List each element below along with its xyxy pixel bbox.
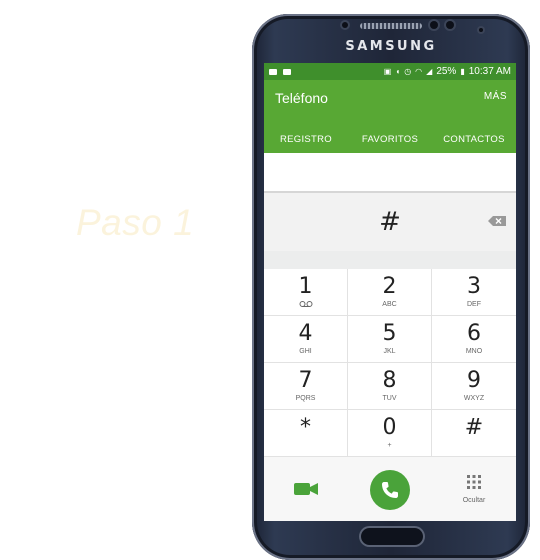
phone-device: SAMSUNG ▣ ◖ ◷ ◠ ◢ 25% ▮ 10:37 AM Teléfon…: [252, 14, 530, 560]
proximity-sensor: [446, 21, 454, 29]
number-display: #: [264, 193, 516, 251]
key-8[interactable]: 8 TUV: [348, 363, 432, 410]
wifi-icon: ◠: [415, 67, 423, 76]
dial-keypad: 1 2 ABC 3 DEF 4 GHI 5 JKL 6 MNO 7 PQRS 8…: [264, 269, 516, 457]
key-letters: TUV: [382, 394, 397, 402]
mute-icon: ◖: [395, 67, 401, 76]
key-letters: DEF: [467, 300, 481, 308]
keypad-grid-icon: [467, 475, 481, 489]
key-letters: WXYZ: [463, 394, 485, 402]
tab-bar: REGISTRO FAVORITOS CONTACTOS: [264, 134, 516, 145]
hide-label: Ocultar: [462, 497, 486, 504]
key-4[interactable]: 4 GHI: [264, 316, 348, 363]
sensor-dot: [342, 22, 348, 28]
suggestion-area: [264, 153, 516, 193]
key-3[interactable]: 3 DEF: [432, 269, 516, 316]
front-camera: [430, 21, 438, 29]
phone-screen: ▣ ◖ ◷ ◠ ◢ 25% ▮ 10:37 AM Teléfono MÁS RE…: [264, 63, 516, 521]
app-header: Teléfono MÁS REGISTRO FAVORITOS CONTACTO…: [264, 80, 516, 153]
light-sensor: [479, 28, 483, 32]
hide-keypad-button[interactable]: Ocultar: [454, 475, 494, 504]
key-1[interactable]: 1: [264, 269, 348, 316]
tab-contactos[interactable]: CONTACTOS: [432, 134, 516, 145]
phone-icon: [382, 482, 398, 498]
key-digit: #: [464, 414, 484, 440]
app-title: Teléfono: [275, 90, 328, 106]
backspace-icon[interactable]: [488, 216, 506, 226]
key-5[interactable]: 5 JKL: [348, 316, 432, 363]
brand-logo: SAMSUNG: [345, 39, 437, 54]
battery-icon: ▮: [460, 67, 465, 76]
tab-registro[interactable]: REGISTRO: [264, 134, 348, 145]
key-digit: 5: [382, 320, 397, 346]
video-notification-icon: [269, 68, 277, 75]
voicemail-icon: [299, 301, 312, 307]
key-letters: ABC: [382, 300, 397, 308]
key-digit: 3: [467, 273, 481, 299]
key-digit: 7: [298, 367, 313, 393]
tab-favoritos[interactable]: FAVORITOS: [348, 134, 432, 145]
key-letters: GHI: [299, 347, 312, 355]
video-call-icon[interactable]: [294, 482, 318, 496]
status-bar: ▣ ◖ ◷ ◠ ◢ 25% ▮ 10:37 AM: [264, 63, 516, 80]
step-label: Paso 1: [76, 202, 195, 243]
signal-icon: ◢: [426, 67, 433, 76]
dialer-actions: Ocultar: [264, 457, 516, 521]
key-6[interactable]: 6 MNO: [432, 316, 516, 363]
key-digit: 6: [467, 320, 481, 346]
key-7[interactable]: 7 PQRS: [264, 363, 348, 410]
key-digit: 9: [467, 367, 481, 393]
key-digit: 8: [382, 367, 397, 393]
key-letters: PQRS: [295, 394, 316, 402]
clock: 10:37 AM: [468, 66, 511, 77]
key-star[interactable]: *: [264, 410, 348, 457]
key-digit: 2: [382, 273, 397, 299]
entered-number[interactable]: #: [379, 207, 401, 237]
key-2[interactable]: 2 ABC: [348, 269, 432, 316]
key-hash[interactable]: #: [432, 410, 516, 457]
key-digit: 0: [382, 414, 397, 440]
key-letters: JKL: [383, 347, 396, 355]
home-button[interactable]: [361, 528, 423, 545]
key-0[interactable]: 0 +: [348, 410, 432, 457]
key-letters: +: [387, 441, 392, 449]
key-digit: 1: [298, 274, 313, 299]
battery-percent: 25%: [436, 66, 457, 77]
briefcase-notification-icon: [283, 68, 291, 75]
call-button[interactable]: [370, 470, 410, 510]
more-button[interactable]: MÁS: [484, 91, 507, 102]
alarm-icon: ◷: [404, 67, 412, 76]
key-letters: MNO: [465, 347, 483, 355]
key-digit: *: [300, 414, 311, 440]
earpiece-speaker: [360, 23, 422, 29]
nfc-icon: ▣: [383, 67, 392, 76]
key-9[interactable]: 9 WXYZ: [432, 363, 516, 410]
key-digit: 4: [298, 320, 313, 346]
